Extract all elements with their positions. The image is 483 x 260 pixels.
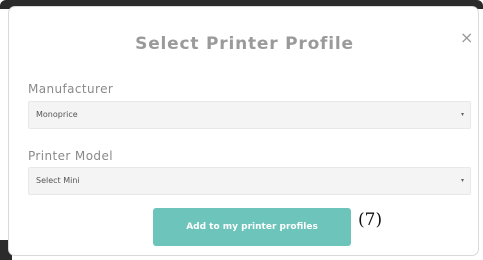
printer-model-select[interactable]: Select Mini ▾ [28, 167, 471, 195]
close-icon[interactable]: × [460, 29, 474, 47]
printer-model-label: Printer Model [28, 149, 113, 163]
chevron-down-icon: ▾ [460, 111, 464, 118]
screenshot-frame: Select Printer Profile × Manufacturer Mo… [0, 0, 483, 260]
dialog-title: Select Printer Profile [135, 34, 354, 54]
printer-model-selected-value: Select Mini [36, 176, 80, 185]
chevron-down-icon: ▾ [460, 177, 464, 184]
manufacturer-label: Manufacturer [28, 82, 114, 96]
manufacturer-select[interactable]: Monoprice ▾ [28, 101, 471, 129]
manufacturer-selected-value: Monoprice [36, 110, 78, 119]
add-to-printer-profiles-button[interactable]: Add to my printer profiles [153, 208, 351, 246]
step-annotation: (7) [358, 210, 383, 230]
select-printer-profile-dialog: Select Printer Profile × Manufacturer Mo… [8, 6, 479, 256]
